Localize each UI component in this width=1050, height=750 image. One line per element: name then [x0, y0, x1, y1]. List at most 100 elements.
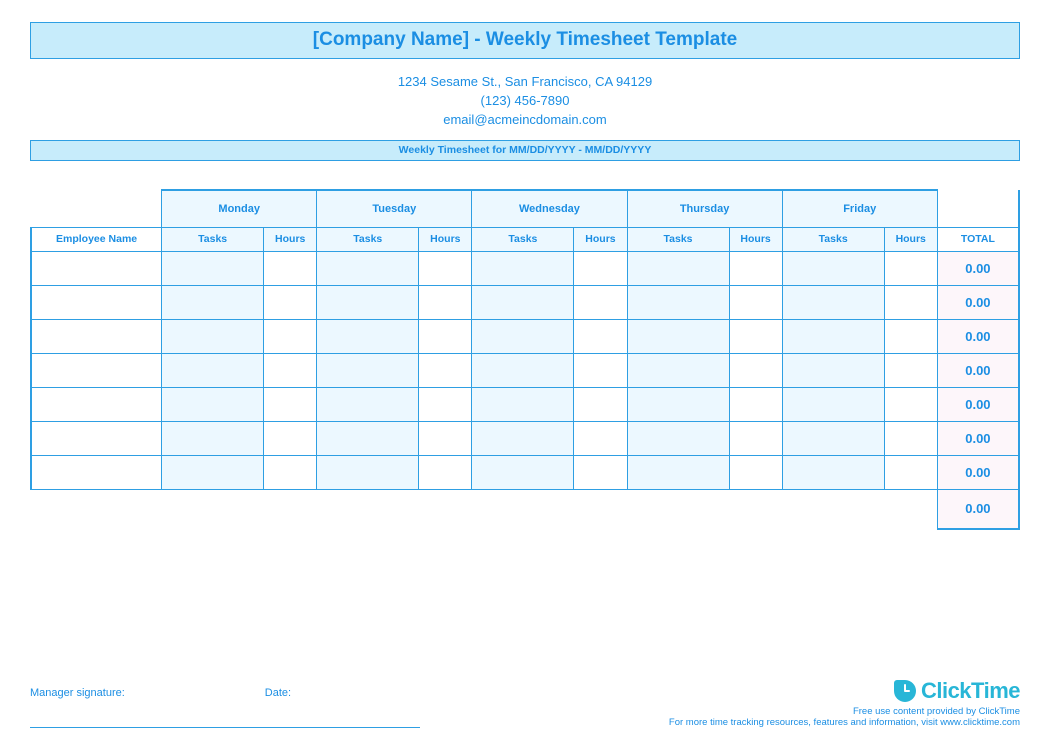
hours-cell[interactable]: [419, 319, 472, 353]
tasks-cell[interactable]: [782, 319, 884, 353]
hours-cell[interactable]: [419, 421, 472, 455]
col-hours-wed: Hours: [574, 227, 627, 251]
tasks-cell[interactable]: [472, 319, 574, 353]
brand-name: ClickTime: [921, 678, 1020, 704]
tasks-cell[interactable]: [627, 285, 729, 319]
hours-cell[interactable]: [419, 455, 472, 489]
tasks-cell[interactable]: [317, 251, 419, 285]
tasks-cell[interactable]: [317, 285, 419, 319]
tasks-cell[interactable]: [782, 251, 884, 285]
hours-cell[interactable]: [884, 319, 937, 353]
table-row: 0.00: [31, 319, 1019, 353]
hours-cell[interactable]: [574, 251, 627, 285]
brand-line1: Free use content provided by ClickTime: [669, 706, 1020, 717]
hours-cell[interactable]: [264, 353, 317, 387]
hours-cell[interactable]: [729, 251, 782, 285]
employee-cell[interactable]: [31, 455, 162, 489]
row-total: 0.00: [937, 319, 1019, 353]
tasks-cell[interactable]: [472, 421, 574, 455]
tasks-cell[interactable]: [782, 455, 884, 489]
tasks-cell[interactable]: [317, 421, 419, 455]
contact-block: 1234 Sesame St., San Francisco, CA 94129…: [30, 73, 1020, 130]
brand-line2: For more time tracking resources, featur…: [669, 717, 1020, 728]
employee-cell[interactable]: [31, 285, 162, 319]
tasks-cell[interactable]: [162, 319, 264, 353]
grand-total: 0.00: [937, 489, 1019, 529]
signature-line: [30, 727, 420, 728]
tasks-cell[interactable]: [472, 353, 574, 387]
period-bar: Weekly Timesheet for MM/DD/YYYY - MM/DD/…: [30, 140, 1020, 161]
hours-cell[interactable]: [264, 421, 317, 455]
tasks-cell[interactable]: [162, 387, 264, 421]
employee-cell[interactable]: [31, 387, 162, 421]
hours-cell[interactable]: [729, 319, 782, 353]
hours-cell[interactable]: [884, 455, 937, 489]
contact-address: 1234 Sesame St., San Francisco, CA 94129: [30, 73, 1020, 92]
tasks-cell[interactable]: [317, 387, 419, 421]
col-hours-thu: Hours: [729, 227, 782, 251]
hours-cell[interactable]: [574, 353, 627, 387]
tasks-cell[interactable]: [627, 387, 729, 421]
hours-cell[interactable]: [884, 285, 937, 319]
hours-cell[interactable]: [884, 421, 937, 455]
row-total: 0.00: [937, 285, 1019, 319]
table-row: 0.00: [31, 285, 1019, 319]
sub-header-row: Employee Name Tasks Hours Tasks Hours Ta…: [31, 227, 1019, 251]
tasks-cell[interactable]: [627, 353, 729, 387]
hours-cell[interactable]: [574, 421, 627, 455]
tasks-cell[interactable]: [782, 387, 884, 421]
employee-cell[interactable]: [31, 421, 162, 455]
row-total: 0.00: [937, 387, 1019, 421]
tasks-cell[interactable]: [162, 421, 264, 455]
brand-logo: ClickTime: [669, 678, 1020, 704]
tasks-cell[interactable]: [627, 455, 729, 489]
tasks-cell[interactable]: [162, 285, 264, 319]
tasks-cell[interactable]: [627, 421, 729, 455]
tasks-cell[interactable]: [317, 319, 419, 353]
hours-cell[interactable]: [884, 387, 937, 421]
tasks-cell[interactable]: [782, 353, 884, 387]
hours-cell[interactable]: [419, 285, 472, 319]
tasks-cell[interactable]: [472, 455, 574, 489]
tasks-cell[interactable]: [472, 251, 574, 285]
day-head-wednesday: Wednesday: [472, 190, 627, 228]
hours-cell[interactable]: [264, 387, 317, 421]
hours-cell[interactable]: [264, 319, 317, 353]
hours-cell[interactable]: [574, 455, 627, 489]
employee-cell[interactable]: [31, 319, 162, 353]
tasks-cell[interactable]: [472, 285, 574, 319]
tasks-cell[interactable]: [162, 455, 264, 489]
hours-cell[interactable]: [729, 421, 782, 455]
hours-cell[interactable]: [419, 387, 472, 421]
tasks-cell[interactable]: [317, 353, 419, 387]
hours-cell[interactable]: [264, 455, 317, 489]
hours-cell[interactable]: [884, 251, 937, 285]
hours-cell[interactable]: [419, 251, 472, 285]
col-tasks-tue: Tasks: [317, 227, 419, 251]
hours-cell[interactable]: [574, 387, 627, 421]
hours-cell[interactable]: [419, 353, 472, 387]
table-row: 0.00: [31, 353, 1019, 387]
hours-cell[interactable]: [729, 387, 782, 421]
employee-cell[interactable]: [31, 251, 162, 285]
employee-cell[interactable]: [31, 353, 162, 387]
table-row: 0.00: [31, 421, 1019, 455]
hours-cell[interactable]: [574, 285, 627, 319]
hours-cell[interactable]: [729, 455, 782, 489]
hours-cell[interactable]: [729, 353, 782, 387]
hours-cell[interactable]: [264, 251, 317, 285]
hours-cell[interactable]: [574, 319, 627, 353]
tasks-cell[interactable]: [782, 285, 884, 319]
tasks-cell[interactable]: [162, 353, 264, 387]
tasks-cell[interactable]: [162, 251, 264, 285]
tasks-cell[interactable]: [317, 455, 419, 489]
hours-cell[interactable]: [264, 285, 317, 319]
col-hours-tue: Hours: [419, 227, 472, 251]
hours-cell[interactable]: [884, 353, 937, 387]
tasks-cell[interactable]: [782, 421, 884, 455]
tasks-cell[interactable]: [472, 387, 574, 421]
col-tasks-fri: Tasks: [782, 227, 884, 251]
tasks-cell[interactable]: [627, 251, 729, 285]
hours-cell[interactable]: [729, 285, 782, 319]
tasks-cell[interactable]: [627, 319, 729, 353]
